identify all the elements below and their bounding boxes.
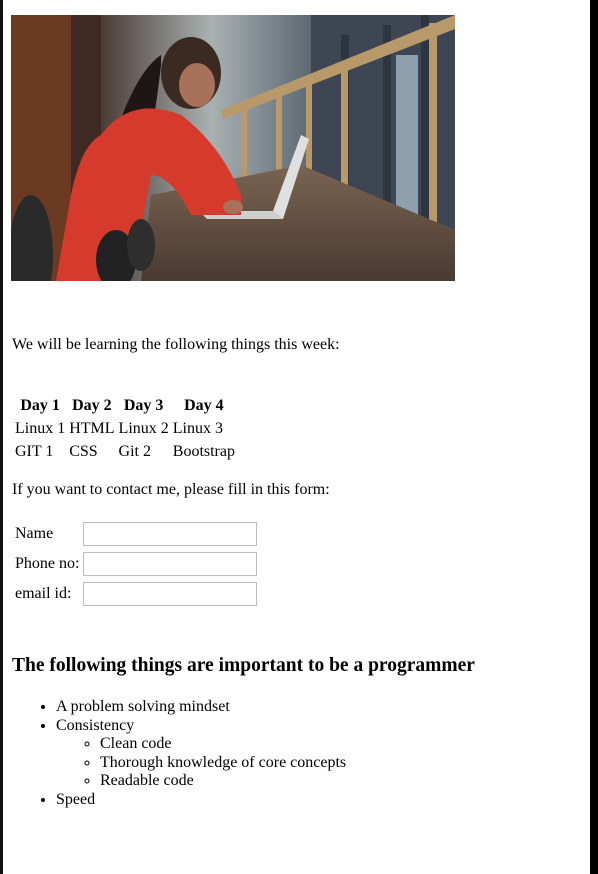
table-cell: Linux 1: [15, 420, 66, 437]
email-label: email id:: [15, 585, 72, 602]
schedule-table: Day 1 Day 2 Day 3 Day 4 Linux 1 HTML Lin…: [12, 393, 238, 464]
sub-list-item: Clean code: [100, 735, 346, 754]
name-label: Name: [15, 525, 54, 542]
table-cell: GIT 1: [15, 443, 54, 460]
page-body: We will be learning the following things…: [0, 0, 590, 874]
contact-form: Name Phone no: email id:: [12, 518, 260, 610]
intro-text: We will be learning the following things…: [12, 336, 340, 353]
window-edge: [0, 0, 3, 874]
table-cell: Linux 3: [172, 420, 223, 437]
sub-list-item: Thorough knowledge of core concepts: [100, 754, 346, 773]
list-item: Consistency Clean code Thorough knowledg…: [56, 717, 346, 791]
phone-label: Phone no:: [15, 555, 80, 572]
table-header: Day 2: [72, 397, 112, 414]
table-header: Day 4: [184, 397, 224, 414]
table-cell: CSS: [69, 443, 98, 460]
important-list: A problem solving mindset Consistency Cl…: [16, 698, 346, 809]
form-row: email id:: [14, 580, 258, 608]
woman-laptop-photo: [11, 15, 455, 281]
form-row: Phone no:: [14, 550, 258, 578]
table-row: GIT 1 CSS Git 2 Bootstrap: [14, 441, 236, 462]
table-row: Linux 1 HTML Linux 2 Linux 3: [14, 418, 236, 439]
phone-input[interactable]: [83, 552, 258, 576]
list-item: A problem solving mindset: [56, 698, 346, 717]
sub-list-item: Readable code: [100, 772, 346, 791]
table-header-row: Day 1 Day 2 Day 3 Day 4: [14, 395, 236, 416]
table-cell: Git 2: [118, 443, 151, 460]
form-row: Name: [14, 520, 258, 548]
table-header: Day 3: [123, 397, 164, 414]
table-cell: HTML: [69, 420, 115, 437]
sub-list: Clean code Thorough knowledge of core co…: [56, 735, 346, 791]
contact-text: If you want to contact me, please fill i…: [12, 481, 330, 498]
table-cell: Bootstrap: [172, 443, 235, 460]
list-item-label: Consistency: [56, 716, 135, 734]
table-header: Day 1: [20, 397, 60, 414]
programmer-heading: The following things are important to be…: [12, 655, 475, 676]
name-input[interactable]: [83, 522, 258, 546]
email-input[interactable]: [83, 582, 258, 606]
table-cell: Linux 2: [118, 420, 169, 437]
list-item: Speed: [56, 791, 346, 810]
